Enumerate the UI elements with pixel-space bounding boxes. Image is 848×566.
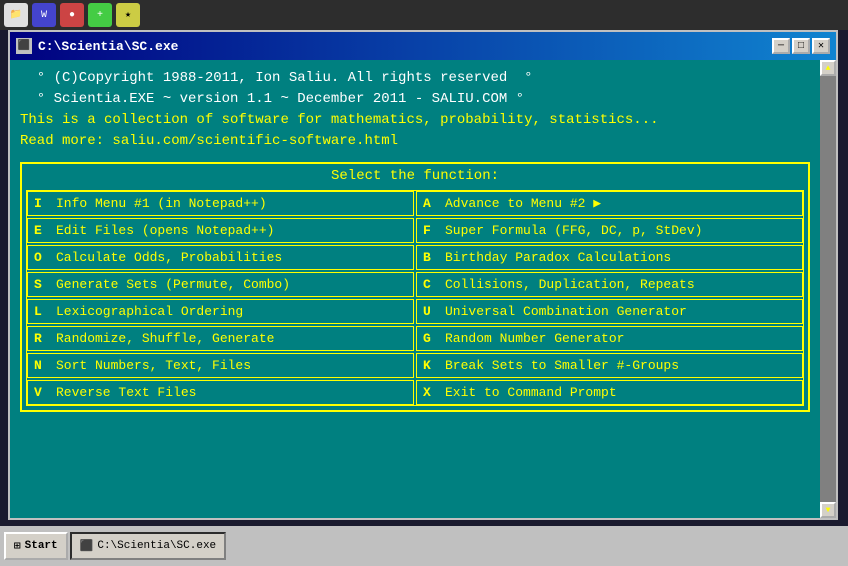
menu-grid: I Info Menu #1 (in Notepad++) A Advance to … [26, 190, 804, 406]
menu-item-left-2[interactable]: O Calculate Odds, Probabilities [27, 245, 414, 270]
header-line-4: Read more: saliu.com/scientific-software… [20, 131, 826, 152]
menu-container: Select the function: I Info Menu #1 (in N… [20, 162, 810, 412]
menu-label-3-right: Collisions, Duplication, Repeats [445, 277, 796, 292]
menu-label-7-left: Reverse Text Files [56, 385, 407, 400]
menu-key-F: F [423, 223, 437, 238]
menu-key-S: S [34, 277, 48, 292]
menu-label-3-left: Generate Sets (Permute, Combo) [56, 277, 407, 292]
window-icon: ⬛ [16, 38, 32, 54]
scroll-track [820, 76, 836, 502]
maximize-button[interactable]: □ [792, 38, 810, 54]
minimize-button[interactable]: ─ [772, 38, 790, 54]
window-title: C:\Scientia\SC.exe [38, 39, 178, 54]
menu-key-U: U [423, 304, 437, 319]
menu-item-right-3[interactable]: C Collisions, Duplication, Repeats [416, 272, 803, 297]
menu-item-right-1[interactable]: F Super Formula (FFG, DC, p, StDev) [416, 218, 803, 243]
menu-key-K: K [423, 358, 437, 373]
menu-item-left-3[interactable]: S Generate Sets (Permute, Combo) [27, 272, 414, 297]
taskbar-icon-5: ★ [116, 3, 140, 27]
menu-item-left-6[interactable]: N Sort Numbers, Text, Files [27, 353, 414, 378]
start-button[interactable]: ⊞ Start [4, 532, 68, 560]
menu-item-right-0[interactable]: A Advance to Menu #2 ▶ [416, 191, 803, 216]
menu-label-2-left: Calculate Odds, Probabilities [56, 250, 407, 265]
menu-item-right-6[interactable]: K Break Sets to Smaller #-Groups [416, 353, 803, 378]
menu-label-5-right: Random Number Generator [445, 331, 796, 346]
menu-key-L: L [34, 304, 48, 319]
menu-label-6-left: Sort Numbers, Text, Files [56, 358, 407, 373]
title-bar: ⬛ C:\Scientia\SC.exe ─ □ ✕ [10, 32, 836, 60]
menu-key-B: B [423, 250, 437, 265]
top-taskbar: 📁 W ● + ★ [0, 0, 848, 30]
scrollbar[interactable]: ▲ ▼ [820, 60, 836, 518]
menu-title: Select the function: [26, 168, 804, 184]
menu-item-left-5[interactable]: R Randomize, Shuffle, Generate [27, 326, 414, 351]
taskbar-icon-1: 📁 [4, 3, 28, 27]
menu-item-left-1[interactable]: E Edit Files (opens Notepad++) [27, 218, 414, 243]
menu-item-right-2[interactable]: B Birthday Paradox Calculations [416, 245, 803, 270]
menu-key-I: I [34, 196, 48, 211]
menu-key-E: E [34, 223, 48, 238]
menu-item-right-4[interactable]: U Universal Combination Generator [416, 299, 803, 324]
menu-item-right-5[interactable]: G Random Number Generator [416, 326, 803, 351]
menu-label-0-left: Info Menu #1 (in Notepad++) [56, 196, 407, 211]
menu-item-left-4[interactable]: L Lexicographical Ordering [27, 299, 414, 324]
taskbar-icon-3: ● [60, 3, 84, 27]
menu-key-C: C [423, 277, 437, 292]
title-bar-left: ⬛ C:\Scientia\SC.exe [16, 38, 178, 54]
task-icon: ⬛ [80, 539, 94, 553]
menu-key-R: R [34, 331, 48, 346]
bottom-taskbar: ⊞ Start ⬛ C:\Scientia\SC.exe [0, 526, 848, 566]
menu-label-4-right: Universal Combination Generator [445, 304, 796, 319]
menu-item-left-7[interactable]: V Reverse Text Files [27, 380, 414, 405]
start-icon: ⊞ [14, 539, 21, 553]
start-label: Start [25, 540, 58, 552]
scroll-up-button[interactable]: ▲ [820, 60, 836, 76]
menu-label-7-right: Exit to Command Prompt [445, 385, 796, 400]
menu-label-5-left: Randomize, Shuffle, Generate [56, 331, 407, 346]
close-button[interactable]: ✕ [812, 38, 830, 54]
taskbar-task[interactable]: ⬛ C:\Scientia\SC.exe [70, 532, 227, 560]
taskbar-icon-4: + [88, 3, 112, 27]
menu-label-2-right: Birthday Paradox Calculations [445, 250, 796, 265]
title-buttons: ─ □ ✕ [772, 38, 830, 54]
menu-label-0-right: Advance to Menu #2 ▶ [445, 196, 796, 211]
menu-key-A: A [423, 196, 437, 211]
menu-label-1-left: Edit Files (opens Notepad++) [56, 223, 407, 238]
header-line-1: ° (C)Copyright 1988-2011, Ion Saliu. All… [20, 68, 826, 89]
header-line-2: ° Scientia.EXE ~ version 1.1 ~ December … [20, 89, 826, 110]
header-line-3: This is a collection of software for mat… [20, 110, 826, 131]
menu-item-right-7[interactable]: X Exit to Command Prompt [416, 380, 803, 405]
menu-label-4-left: Lexicographical Ordering [56, 304, 407, 319]
menu-key-V: V [34, 385, 48, 400]
console-area: ° (C)Copyright 1988-2011, Ion Saliu. All… [10, 60, 836, 518]
menu-key-N: N [34, 358, 48, 373]
menu-label-1-right: Super Formula (FFG, DC, p, StDev) [445, 223, 796, 238]
menu-key-O: O [34, 250, 48, 265]
menu-key-X: X [423, 385, 437, 400]
menu-key-G: G [423, 331, 437, 346]
menu-label-6-right: Break Sets to Smaller #-Groups [445, 358, 796, 373]
task-label: C:\Scientia\SC.exe [97, 540, 216, 552]
header-text: ° (C)Copyright 1988-2011, Ion Saliu. All… [20, 68, 826, 152]
scroll-down-button[interactable]: ▼ [820, 502, 836, 518]
main-window: ⬛ C:\Scientia\SC.exe ─ □ ✕ ° (C)Copyrigh… [8, 30, 838, 520]
taskbar-icon-2: W [32, 3, 56, 27]
menu-item-left-0[interactable]: I Info Menu #1 (in Notepad++) [27, 191, 414, 216]
